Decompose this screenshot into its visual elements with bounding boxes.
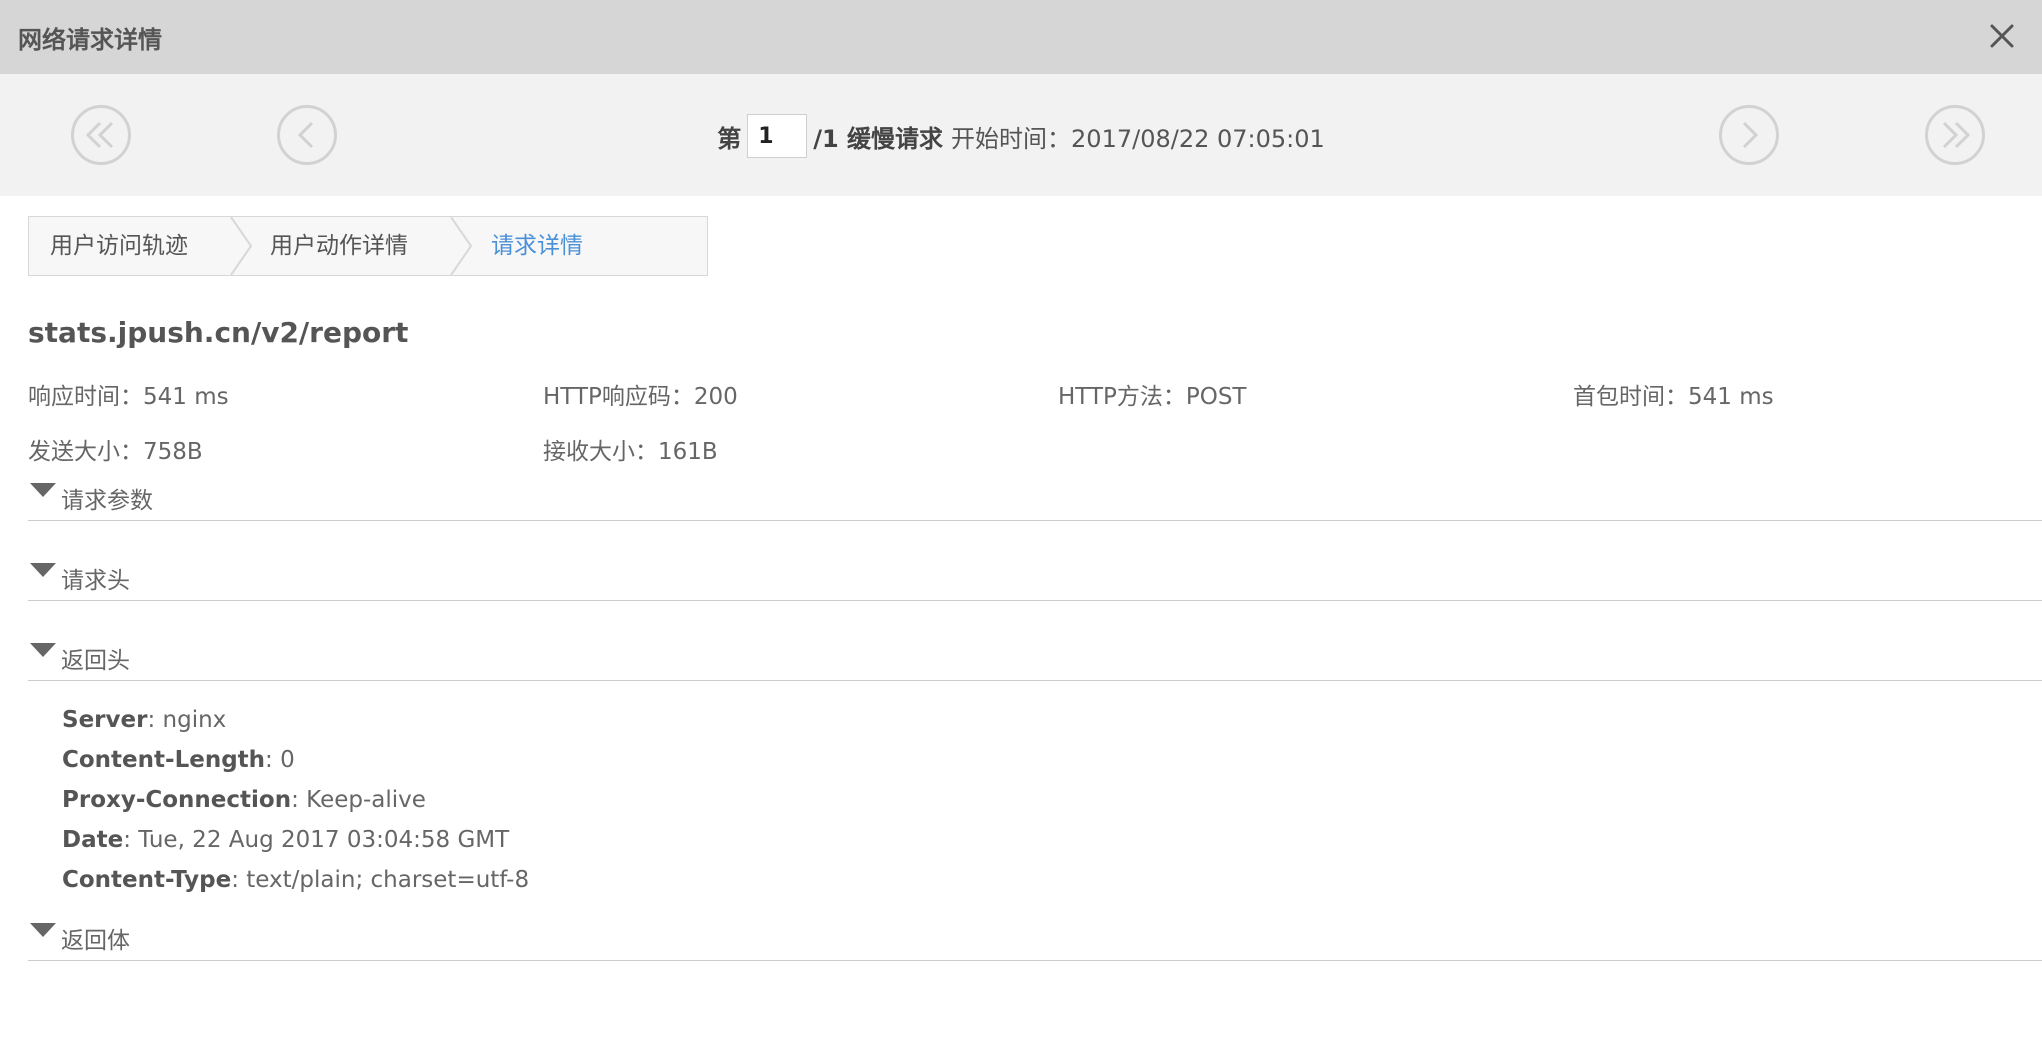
section-response-body[interactable]: 返回体 (28, 917, 2042, 961)
breadcrumb-action-detail[interactable]: 用户动作详情 (270, 217, 408, 275)
header-key: Server (62, 707, 148, 733)
title-bar: 网络请求详情 (0, 0, 2042, 74)
last-page-button[interactable] (1924, 104, 1986, 166)
breadcrumb-user-trail[interactable]: 用户访问轨迹 (50, 217, 188, 275)
header-value: : Keep-alive (291, 787, 426, 813)
header-key: Date (62, 827, 124, 853)
first-byte-time: 首包时间：541 ms (1573, 384, 1774, 410)
header-key: Content-Length (62, 747, 266, 773)
close-button[interactable] (1980, 14, 2024, 58)
header-row: Proxy-Connection: Keep-alive (62, 787, 426, 813)
http-method: HTTP方法：POST (1058, 384, 1247, 410)
section-label: 返回体 (61, 928, 130, 954)
chevron-right-icon (1719, 105, 1779, 165)
request-url: stats.jpush.cn/v2/report (28, 316, 409, 349)
section-request-params[interactable]: 请求参数 (28, 477, 2042, 521)
window-title: 网络请求详情 (18, 26, 162, 54)
header-row: Date: Tue, 22 Aug 2017 03:04:58 GMT (62, 827, 509, 853)
breadcrumb-separator (230, 217, 253, 275)
section-label: 请求参数 (61, 488, 153, 514)
header-row: Content-Length: 0 (62, 747, 295, 773)
double-chevron-right-icon (1925, 105, 1985, 165)
http-status-code: HTTP响应码：200 (543, 384, 738, 410)
pager-suffix: /1 缓慢请求 (813, 124, 944, 153)
triangle-down-icon (30, 483, 56, 497)
header-row: Server: nginx (62, 707, 226, 733)
header-value: : text/plain; charset=utf-8 (231, 867, 530, 893)
pager-prefix: 第 (717, 124, 742, 153)
header-key: Proxy-Connection (62, 787, 292, 813)
send-size: 发送大小：758B (28, 439, 203, 465)
section-request-headers[interactable]: 请求头 (28, 557, 2042, 601)
page-number-input[interactable] (747, 114, 808, 158)
header-row: Content-Type: text/plain; charset=utf-8 (62, 867, 529, 893)
close-icon (1990, 24, 2014, 48)
header-value: : nginx (147, 707, 227, 733)
header-value: : Tue, 22 Aug 2017 03:04:58 GMT (123, 827, 510, 853)
section-response-headers[interactable]: 返回头 (28, 637, 2042, 681)
section-label: 返回头 (61, 648, 130, 674)
breadcrumb-separator (450, 217, 473, 275)
response-time: 响应时间：541 ms (28, 384, 229, 410)
triangle-down-icon (30, 643, 56, 657)
triangle-down-icon (30, 923, 56, 937)
breadcrumb: 用户访问轨迹 用户动作详情 请求详情 (28, 216, 708, 276)
receive-size: 接收大小：161B (543, 439, 718, 465)
pager-bar: 第 /1 缓慢请求 开始时间：2017/08/22 07:05:01 (0, 74, 2042, 196)
header-value: : 0 (265, 747, 295, 773)
section-label: 请求头 (61, 568, 130, 594)
breadcrumb-request-detail[interactable]: 请求详情 (491, 217, 583, 275)
start-time: 开始时间：2017/08/22 07:05:01 (951, 124, 1325, 153)
header-key: Content-Type (62, 867, 232, 893)
triangle-down-icon (30, 563, 56, 577)
next-page-button[interactable] (1718, 104, 1780, 166)
